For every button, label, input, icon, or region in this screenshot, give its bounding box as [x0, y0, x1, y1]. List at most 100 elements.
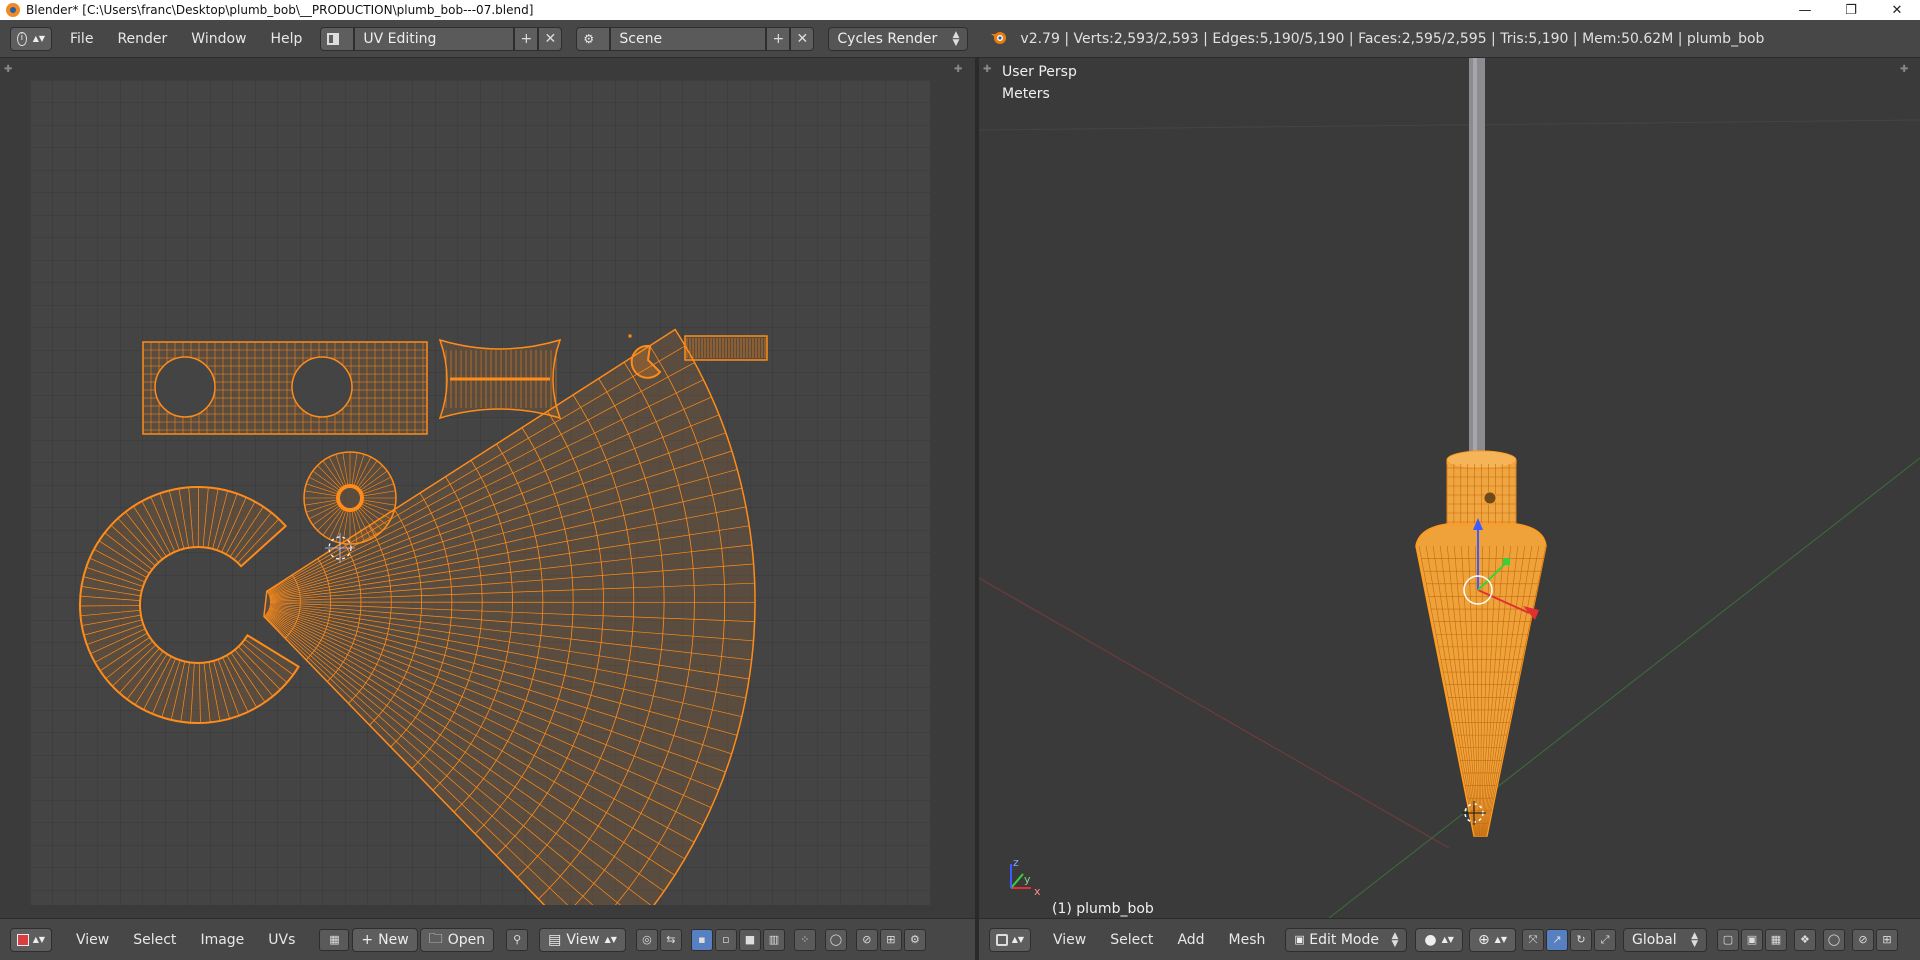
uv-editor-type-selector[interactable]: ▲▼	[10, 927, 52, 952]
uv-editor-extra-icon[interactable]: ⚙	[903, 928, 926, 951]
remove-layout-button[interactable]: ✕	[538, 26, 563, 51]
3d-menu-select[interactable]: Select	[1098, 928, 1165, 952]
pivot-icon[interactable]: ◎	[635, 928, 658, 951]
image-icon: ▦	[329, 933, 340, 946]
3d-view-type-selector[interactable]: ▲▼	[989, 927, 1031, 952]
area-corner-icon[interactable]: ✚	[1900, 64, 1908, 75]
scene-selector[interactable]: ⚙	[576, 26, 611, 51]
scale-manipulator-icon[interactable]: ⤢	[1593, 928, 1616, 951]
plumb-bob-cone[interactable]	[1415, 523, 1547, 837]
3d-menu-mesh[interactable]: Mesh	[1217, 928, 1278, 952]
uv-vertex[interactable]	[628, 334, 632, 338]
3d-view-icon	[996, 933, 1008, 946]
uv-image-editor[interactable]: ✚ ✚	[0, 58, 975, 918]
add-scene-button[interactable]: +	[766, 26, 791, 51]
render-engine-label: Cycles Render	[837, 30, 938, 47]
plus-icon: +	[520, 30, 533, 47]
layer-cube-icon[interactable]: ▣	[1740, 928, 1763, 951]
blender-logo-icon	[6, 3, 20, 17]
screen-layout-selector[interactable]	[320, 26, 355, 51]
proportional-edit-icon[interactable]: ◯	[824, 928, 847, 951]
snap-target-icon[interactable]: ⊞	[1875, 928, 1898, 951]
window-titlebar: Blender* [C:\Users\franc\Desktop\plumb_b…	[0, 0, 1920, 20]
solid-shading-icon: ●	[1424, 931, 1437, 948]
layer-cube-icon[interactable]: ▢	[1716, 928, 1739, 951]
blender-logo-icon	[990, 29, 1008, 49]
maximize-button[interactable]: ❐	[1828, 0, 1874, 20]
x-axis-line	[979, 577, 1450, 849]
new-image-button[interactable]: + New	[352, 927, 418, 952]
menu-render[interactable]: Render	[105, 27, 179, 51]
edit-mode-icon: ▣	[1294, 933, 1305, 946]
pivot-icon: ⊕	[1477, 931, 1490, 948]
add-layout-button[interactable]: +	[514, 26, 539, 51]
3d-viewport[interactable]: y z x User Persp Meters (1) plumb_bob ✚ …	[979, 58, 1920, 918]
plus-icon: +	[772, 30, 785, 47]
render-preview-icon[interactable]: ❖	[1793, 928, 1816, 951]
view-mode-label: View	[566, 931, 600, 948]
translate-manipulator-icon[interactable]: ↗	[1545, 928, 1568, 951]
open-image-label: Open	[447, 931, 486, 948]
layer-cube-icon[interactable]: ▦	[1764, 928, 1787, 951]
menu-file[interactable]: File	[58, 27, 105, 51]
close-window-button[interactable]: ✕	[1874, 0, 1920, 20]
area-corner-icon[interactable]: ✚	[954, 64, 962, 75]
uv-menu-uvs[interactable]: UVs	[256, 928, 307, 952]
face-select-icon[interactable]: ■	[738, 928, 761, 951]
new-image-label: New	[378, 931, 409, 948]
area-corner-icon[interactable]: ✚	[983, 64, 991, 75]
image-browse-button[interactable]: ▦	[319, 928, 350, 951]
plus-icon: +	[361, 931, 374, 948]
pivot-point-dropdown[interactable]: ⊕ ▲▼	[1468, 927, 1516, 952]
info-header: i ▲▼ File Render Window Help UV Editing …	[0, 20, 1920, 58]
menu-help[interactable]: Help	[258, 27, 314, 51]
vertex-select-icon[interactable]: ▪	[690, 928, 713, 951]
uv-menu-image[interactable]: Image	[188, 928, 256, 952]
plumb-bob-collar[interactable]	[1446, 450, 1517, 525]
rotate-manipulator-icon[interactable]: ↻	[1569, 928, 1592, 951]
dropdown-arrows-icon: ▲ ▼	[952, 29, 960, 48]
view-name-label: User Persp	[1002, 64, 1077, 80]
orientation-label: Global	[1631, 931, 1677, 948]
snap-icon[interactable]: ⊘	[1851, 928, 1874, 951]
window-title: Blender* [C:\Users\franc\Desktop\plumb_b…	[26, 3, 534, 17]
island-select-icon[interactable]: ▥	[762, 928, 785, 951]
screen-layout-field[interactable]: UV Editing	[354, 26, 515, 51]
scene-field[interactable]: Scene	[610, 26, 767, 51]
sync-selection-icon[interactable]: ⇆	[659, 928, 682, 951]
uv-menu-view[interactable]: View	[64, 928, 121, 952]
pin-icon[interactable]: ⚲	[506, 928, 529, 951]
uv-layout-canvas[interactable]	[30, 80, 930, 905]
3d-menu-add[interactable]: Add	[1165, 928, 1216, 952]
screen-layout-icon	[327, 32, 340, 45]
view-mode-icon: ▤	[548, 931, 562, 948]
area-corner-icon[interactable]: ✚	[4, 64, 12, 75]
uv-editor-header: ▲▼ View Select Image UVs ▦ + New 🗀 Open ⚲ …	[0, 918, 975, 960]
render-engine-dropdown[interactable]: Cycles Render ▲ ▼	[828, 26, 969, 51]
snap-icon[interactable]: ⊘	[855, 928, 878, 951]
axis-label-x: x	[1034, 885, 1041, 898]
sticky-mode-icon[interactable]: ⁘	[793, 928, 816, 951]
manipulator-toggle-icon[interactable]: ⤧	[1521, 928, 1544, 951]
3d-menu-view[interactable]: View	[1041, 928, 1098, 952]
uv-island-hole[interactable]	[154, 356, 216, 418]
view-mode-dropdown[interactable]: ▤ View ▲▼	[539, 927, 626, 952]
image-editor-icon	[17, 933, 29, 946]
edge-select-icon[interactable]: ▫	[714, 928, 737, 951]
transform-orientation-dropdown[interactable]: Global ▲ ▼	[1622, 927, 1707, 952]
open-image-button[interactable]: 🗀 Open	[419, 927, 495, 952]
viewport-shading-dropdown[interactable]: ● ▲▼	[1415, 927, 1463, 952]
remove-scene-button[interactable]: ✕	[790, 26, 815, 51]
mode-dropdown[interactable]: ▣ Edit Mode ▲ ▼	[1285, 927, 1408, 952]
minimize-button[interactable]: —	[1782, 0, 1828, 20]
y-axis-line	[1328, 457, 1920, 918]
y-arrow-icon[interactable]	[1503, 558, 1510, 565]
uv-island-hole[interactable]	[291, 356, 353, 418]
snap-target-icon[interactable]: ⊞	[879, 928, 902, 951]
proportional-edit-icon[interactable]: ◯	[1822, 928, 1845, 951]
editor-type-selector[interactable]: i ▲▼	[10, 26, 52, 51]
menu-window[interactable]: Window	[179, 27, 258, 51]
rod-highlight	[1473, 58, 1477, 458]
scene-icon: ⚙	[583, 31, 595, 46]
uv-menu-select[interactable]: Select	[121, 928, 188, 952]
